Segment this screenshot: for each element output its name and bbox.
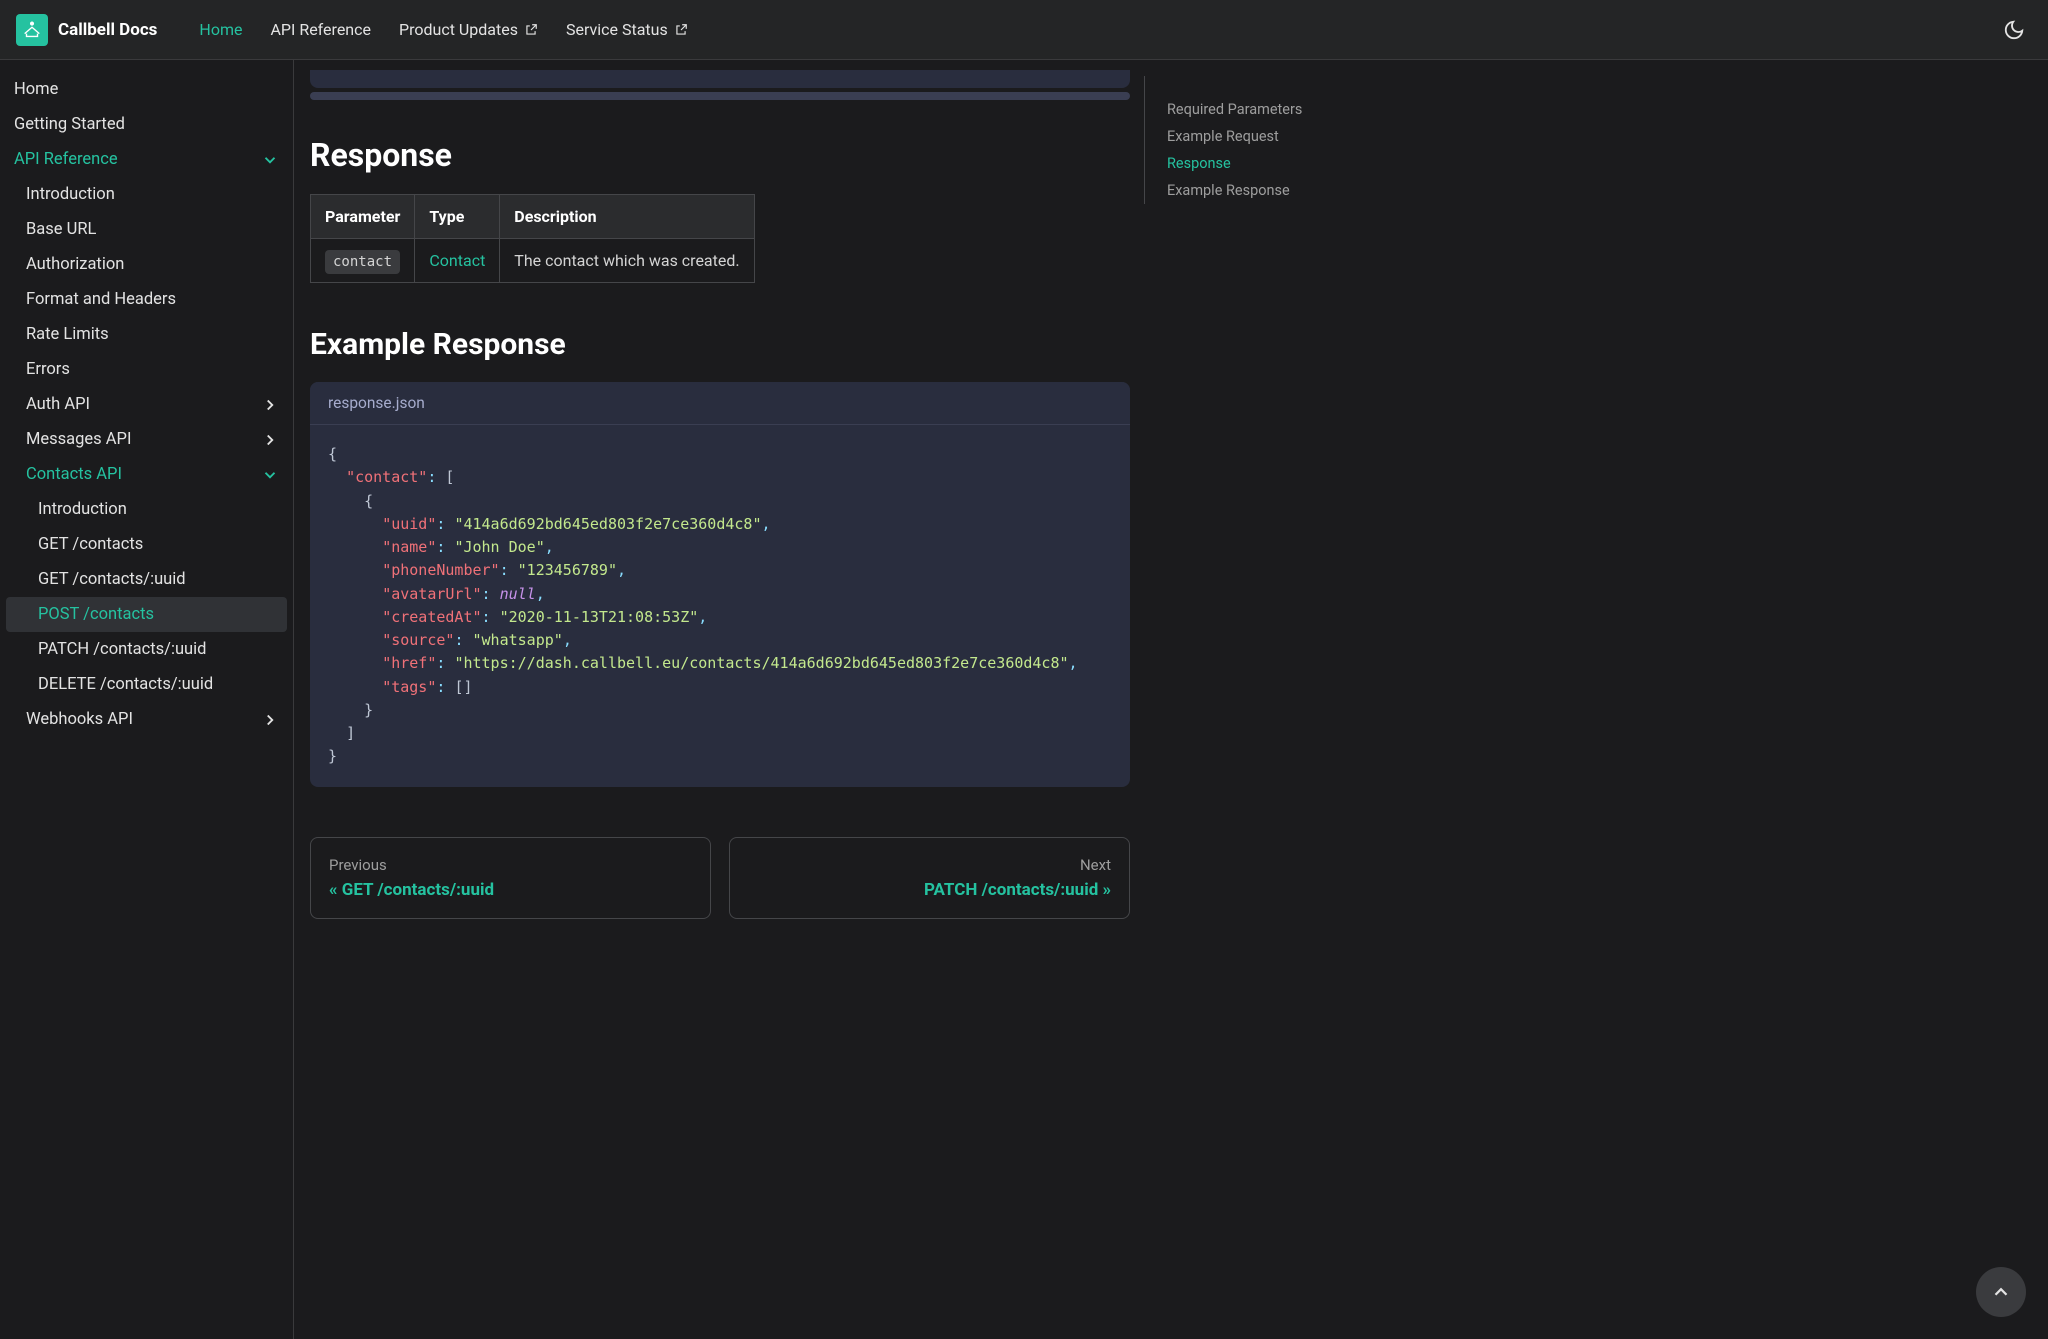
nav-product-updates-label: Product Updates xyxy=(399,20,518,39)
sidebar-item-authorization[interactable]: Authorization xyxy=(0,247,293,282)
chevron-right-icon xyxy=(261,711,279,729)
th-type: Type xyxy=(415,195,500,239)
sidebar-item-label: Webhooks API xyxy=(26,710,133,729)
toc-required-parameters[interactable]: Required Parameters xyxy=(1167,96,1384,123)
sidebar-item-patch-contact[interactable]: PATCH /contacts/:uuid xyxy=(0,632,293,667)
sidebar-item-getting-started[interactable]: Getting Started xyxy=(0,107,293,142)
pager-next[interactable]: Next PATCH /contacts/:uuid » xyxy=(729,837,1130,919)
code-body: { "contact": [ { "uuid": "414a6d692bd645… xyxy=(310,425,1130,787)
sidebar-item-label: Contacts API xyxy=(26,465,122,484)
nav-api-reference[interactable]: API Reference xyxy=(256,14,385,45)
sidebar-item-delete-contact[interactable]: DELETE /contacts/:uuid xyxy=(0,667,293,702)
chevron-up-icon xyxy=(1990,1281,2012,1303)
sidebar-item-base-url[interactable]: Base URL xyxy=(0,212,293,247)
sidebar-item-post-contacts[interactable]: POST /contacts xyxy=(6,597,287,632)
table-row: contact Contact The contact which was cr… xyxy=(311,239,755,283)
toc-example-request[interactable]: Example Request xyxy=(1167,123,1384,150)
table-of-contents: Required Parameters Example Request Resp… xyxy=(1144,76,1384,204)
heading-response: Response xyxy=(310,136,1130,174)
nav-service-status-label: Service Status xyxy=(566,20,668,39)
moon-icon xyxy=(2003,19,2025,41)
th-parameter: Parameter xyxy=(311,195,415,239)
sidebar-item-introduction[interactable]: Introduction xyxy=(0,177,293,212)
brand-logo[interactable] xyxy=(16,14,48,46)
sidebar-item-contacts-api[interactable]: Contacts API xyxy=(0,457,293,492)
sidebar-item-rate-limits[interactable]: Rate Limits xyxy=(0,317,293,352)
sidebar-item-format[interactable]: Format and Headers xyxy=(0,282,293,317)
chevron-down-icon xyxy=(261,466,279,484)
param-name: contact xyxy=(325,250,400,274)
sidebar-item-label: API Reference xyxy=(14,150,118,169)
nav-product-updates[interactable]: Product Updates xyxy=(385,14,552,45)
sidebar-item-api-reference[interactable]: API Reference xyxy=(0,142,293,177)
pager-title: PATCH /contacts/:uuid » xyxy=(748,880,1111,900)
sidebar-item-get-contact[interactable]: GET /contacts/:uuid xyxy=(0,562,293,597)
pager-sub-label: Next xyxy=(748,856,1111,874)
response-table: Parameter Type Description contact Conta… xyxy=(310,194,755,283)
code-filename: response.json xyxy=(310,382,1130,425)
brand-title[interactable]: Callbell Docs xyxy=(58,20,157,40)
heading-example-response: Example Response xyxy=(310,327,1130,362)
main-content: Response Parameter Type Description cont… xyxy=(310,60,1130,1339)
chevron-down-icon xyxy=(261,151,279,169)
code-block: response.json { "contact": [ { "uuid": "… xyxy=(310,382,1130,787)
sidebar-item-errors[interactable]: Errors xyxy=(0,352,293,387)
param-description: The contact which was created. xyxy=(500,239,754,283)
pager-title: « GET /contacts/:uuid xyxy=(329,880,692,900)
scroll-to-top-button[interactable] xyxy=(1976,1267,2026,1317)
toc-response[interactable]: Response xyxy=(1167,150,1384,177)
th-description: Description xyxy=(500,195,754,239)
horizontal-scrollbar[interactable] xyxy=(310,92,1130,100)
previous-code-block-tail xyxy=(310,70,1130,88)
toc-example-response[interactable]: Example Response xyxy=(1167,177,1384,204)
sidebar-item-contacts-intro[interactable]: Introduction xyxy=(0,492,293,527)
external-link-icon xyxy=(524,23,538,37)
top-navbar: Callbell Docs Home API Reference Product… xyxy=(0,0,2048,60)
nav-service-status[interactable]: Service Status xyxy=(552,14,702,45)
pager-previous[interactable]: Previous « GET /contacts/:uuid xyxy=(310,837,711,919)
theme-toggle-button[interactable] xyxy=(1996,12,2032,48)
sidebar-item-auth-api[interactable]: Auth API xyxy=(0,387,293,422)
chevron-right-icon xyxy=(261,396,279,414)
external-link-icon xyxy=(674,23,688,37)
param-type-link[interactable]: Contact xyxy=(429,251,485,270)
nav-home[interactable]: Home xyxy=(185,14,256,45)
pager-sub-label: Previous xyxy=(329,856,692,874)
chevron-right-icon xyxy=(261,431,279,449)
sidebar-item-label: Messages API xyxy=(26,430,131,449)
sidebar-item-home[interactable]: Home xyxy=(0,72,293,107)
sidebar-item-get-contacts[interactable]: GET /contacts xyxy=(0,527,293,562)
sidebar: Home Getting Started API Reference Intro… xyxy=(0,60,294,1339)
sidebar-item-messages-api[interactable]: Messages API xyxy=(0,422,293,457)
sidebar-item-label: Auth API xyxy=(26,395,90,414)
pagination: Previous « GET /contacts/:uuid Next PATC… xyxy=(310,837,1130,919)
sidebar-item-webhooks-api[interactable]: Webhooks API xyxy=(0,702,293,737)
